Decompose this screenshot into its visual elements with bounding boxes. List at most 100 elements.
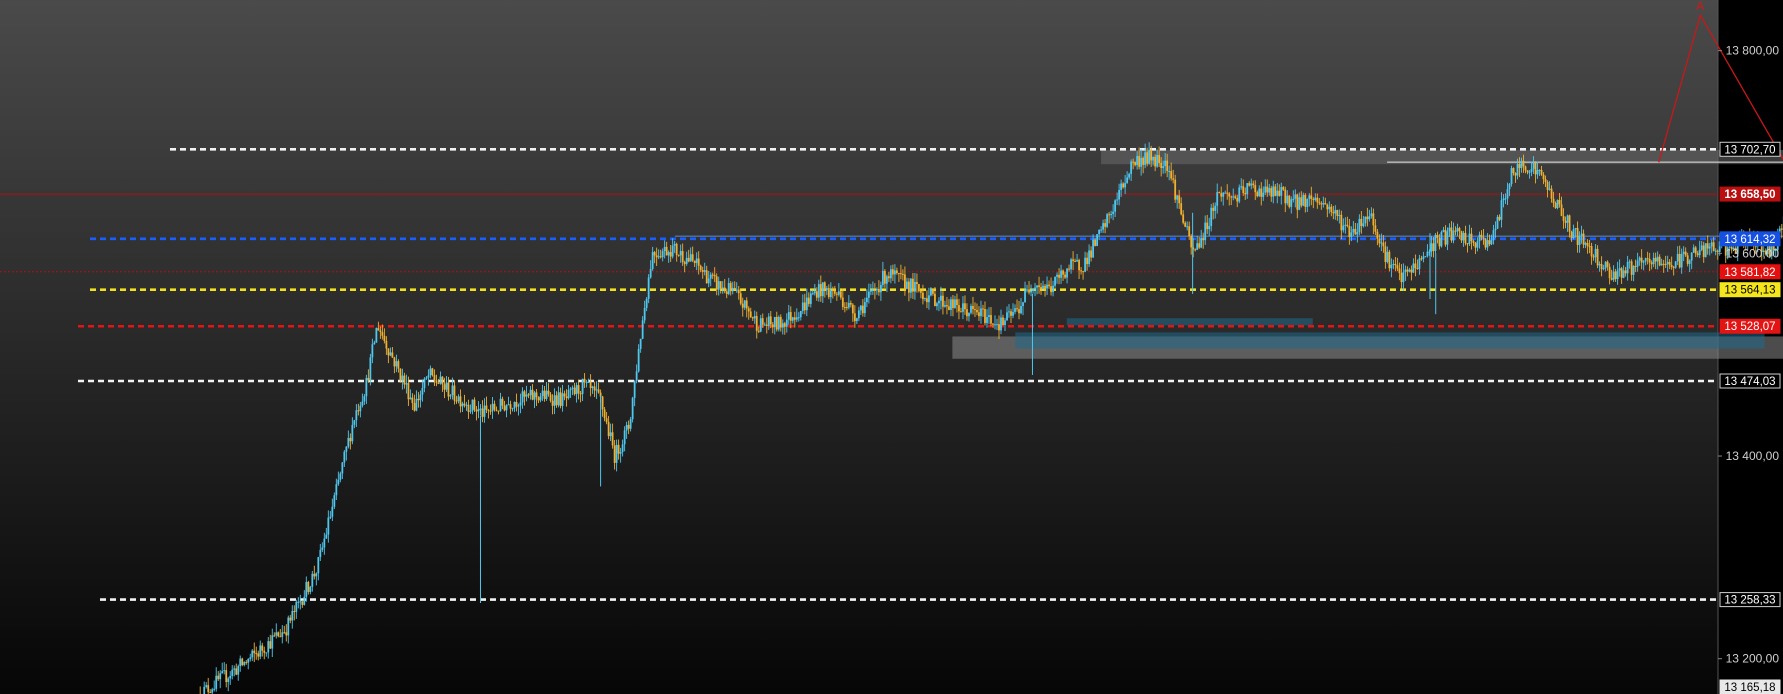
- candle-body-119: [437, 382, 440, 384]
- candle-body-319: [837, 291, 840, 295]
- level-tag-5: 13 528,07: [1724, 321, 1775, 333]
- candle-body-249: [697, 258, 700, 266]
- candle-body-556: [1312, 198, 1315, 200]
- candle-body-227: [653, 252, 656, 256]
- candle-body-145: [489, 410, 492, 412]
- candle-body-451: [1102, 223, 1105, 230]
- candle-body-252: [703, 270, 706, 272]
- candle-body-5: [209, 692, 212, 694]
- candle-body-429: [1058, 274, 1060, 278]
- candle-body-297: [793, 317, 796, 320]
- candle-body-337: [873, 289, 876, 291]
- candle-body-306: [811, 293, 814, 295]
- candle-body-121: [441, 376, 444, 385]
- candle-body-58: [315, 573, 318, 577]
- candle-body-616: [1432, 243, 1435, 251]
- candle-body-422: [1044, 285, 1046, 289]
- candle-body-324: [847, 302, 850, 308]
- candle-body-545: [1290, 199, 1293, 207]
- candle-body-86: [371, 344, 374, 358]
- candle-body-254: [707, 278, 710, 284]
- candle-body-518: [1236, 197, 1239, 202]
- candle-body-131: [461, 403, 464, 407]
- candle-body-215: [629, 419, 632, 429]
- candle-body-115: [429, 368, 432, 376]
- candle-body-421: [1042, 285, 1044, 289]
- candle-body-406: [1012, 311, 1014, 316]
- candle-body-349: [897, 273, 900, 275]
- candle-body-37: [273, 635, 276, 637]
- axis-tick-label-2: 13 400,00: [1726, 449, 1780, 463]
- candle-body-174: [547, 390, 550, 395]
- candle-body-266: [731, 287, 734, 292]
- candle-body-55: [309, 586, 312, 592]
- candle-body-471: [1142, 157, 1145, 165]
- candle-body-729: [1658, 256, 1661, 266]
- candle-body-411: [1022, 302, 1024, 307]
- candle-body-325: [849, 302, 852, 305]
- candle-body-94: [387, 348, 390, 356]
- candle-body-708: [1616, 270, 1619, 280]
- candle-body-36: [271, 635, 274, 649]
- candle-body-151: [501, 398, 504, 406]
- candle-body-3: [205, 685, 208, 687]
- candle-body-75: [349, 437, 352, 442]
- candle-body-203: [605, 418, 608, 422]
- candle-body-148: [495, 409, 498, 411]
- candle-body-228: [655, 255, 658, 258]
- candle-body-582: [1364, 216, 1367, 224]
- candle-body-195: [589, 381, 592, 388]
- candle-body-39: [277, 632, 280, 637]
- candle-body-734: [1668, 261, 1671, 266]
- level-tag-3: 13 581,82: [1724, 267, 1775, 279]
- candle-body-513: [1226, 192, 1229, 194]
- candle-body-503: [1206, 222, 1209, 230]
- candle-body-290: [779, 316, 782, 328]
- candle-body-265: [729, 283, 732, 292]
- candle-body-364: [928, 295, 930, 303]
- candle-body-447: [1094, 239, 1096, 246]
- candle-body-452: [1104, 223, 1107, 227]
- candle-body-241: [681, 251, 684, 263]
- candle-body-567: [1334, 210, 1337, 214]
- chart-root: ABABC 13 800,0013 600,0013 400,0013 200,…: [0, 0, 1783, 694]
- candle-body-202: [603, 409, 606, 419]
- candle-body-138: [475, 409, 478, 412]
- candle-body-395: [990, 315, 992, 324]
- candle-body-562: [1324, 203, 1327, 205]
- candle-body-224: [647, 277, 650, 299]
- candle-body-568: [1336, 210, 1339, 216]
- level-tag-8: 13 165,18: [1724, 682, 1775, 694]
- candle-body-516: [1232, 196, 1235, 198]
- candle-body-292: [783, 323, 786, 327]
- candle-body-643: [1486, 240, 1489, 248]
- candle-body-69: [337, 479, 340, 485]
- candle-body-90: [379, 330, 382, 333]
- candle-body-257: [713, 274, 716, 277]
- candle-body-456: [1112, 211, 1115, 215]
- candle-body-175: [549, 394, 552, 401]
- candle-body-561: [1322, 203, 1325, 205]
- candle-body-134: [467, 404, 470, 412]
- candle-body-574: [1348, 225, 1351, 238]
- candle-body-97: [393, 357, 396, 367]
- candle-body-448: [1096, 234, 1098, 246]
- candle-body-300: [799, 310, 802, 318]
- candle-body-603: [1406, 269, 1409, 272]
- candle-body-661: [1522, 160, 1525, 167]
- candle-body-650: [1500, 200, 1503, 220]
- candle-body-31: [261, 645, 264, 651]
- candle-body-397: [994, 324, 996, 326]
- candle-body-689: [1578, 235, 1581, 245]
- candle-body-407: [1014, 308, 1016, 312]
- candle-body-372: [944, 305, 946, 307]
- candle-body-236: [671, 245, 674, 257]
- candle-body-392: [984, 309, 986, 324]
- candle-body-164: [527, 394, 530, 396]
- candle-body-580: [1360, 218, 1363, 227]
- candle-body-455: [1110, 214, 1113, 216]
- candle-body-405: [1010, 311, 1012, 316]
- candle-body-572: [1344, 224, 1347, 226]
- candle-body-443: [1086, 257, 1088, 265]
- candle-body-369: [938, 300, 940, 304]
